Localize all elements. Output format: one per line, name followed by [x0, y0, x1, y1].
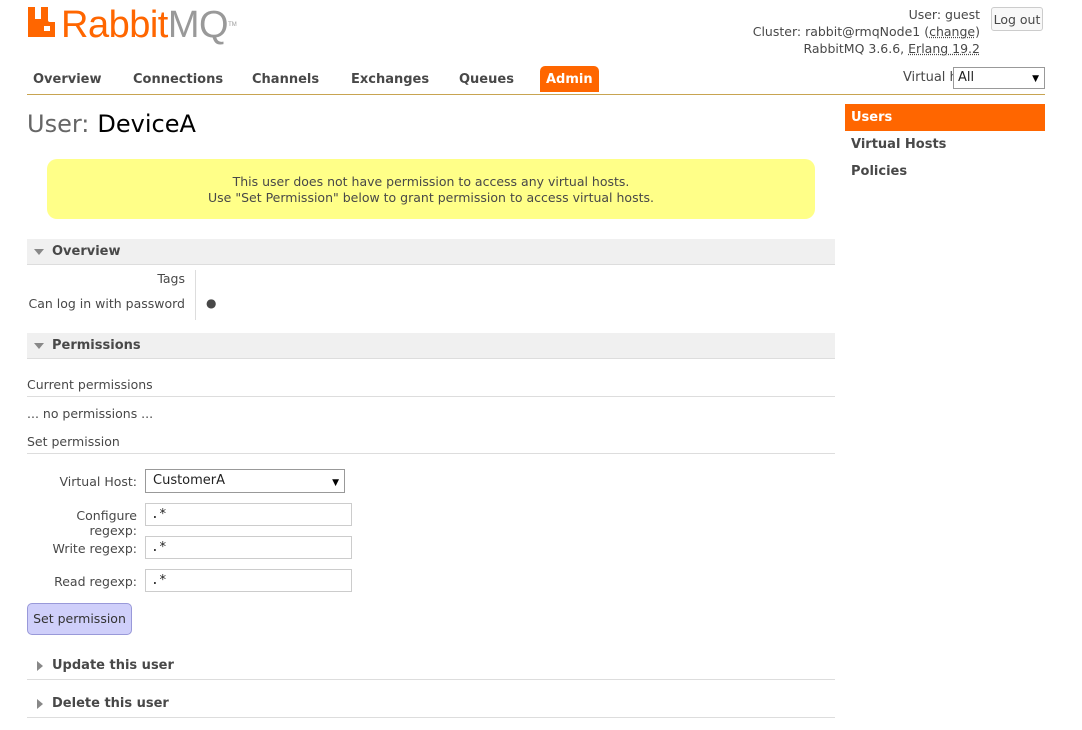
delete-user-heading: Delete this user	[52, 696, 169, 711]
user-name: guest	[945, 7, 980, 22]
overview-heading: Overview	[52, 244, 121, 259]
current-user-line: User: guest	[753, 6, 980, 23]
set-permission-title: Set permission	[27, 434, 835, 454]
page-title-prefix: User:	[27, 110, 90, 138]
password-login-value: ●	[206, 296, 217, 310]
set-permission-button[interactable]: Set permission	[27, 603, 132, 635]
tab-connections[interactable]: Connections	[133, 72, 223, 87]
logout-button[interactable]: Log out	[991, 7, 1043, 31]
collapse-arrow-icon	[34, 249, 44, 255]
tab-overview[interactable]: Overview	[33, 72, 102, 87]
warning-line-2: Use "Set Permission" below to grant perm…	[208, 190, 654, 205]
logo-wordmark: RabbitMQTM	[61, 6, 237, 44]
user-info: User: guest Cluster: rabbit@rmqNode1 (ch…	[753, 6, 980, 57]
warning-line-1: This user does not have permission to ac…	[232, 174, 630, 189]
sidebar-item-users[interactable]: Users	[845, 104, 1045, 131]
update-user-section-header[interactable]: Update this user	[27, 652, 835, 680]
tab-exchanges[interactable]: Exchanges	[351, 72, 429, 87]
cluster-name: rabbit@rmqNode1	[805, 24, 921, 39]
main-nav: Overview Connections Channels Exchanges …	[27, 66, 1045, 95]
logo-tm: TM	[228, 22, 237, 28]
expand-arrow-icon	[37, 699, 43, 709]
overview-divider	[195, 270, 196, 320]
cluster-change-link[interactable]: change	[929, 24, 975, 39]
tab-admin[interactable]: Admin	[540, 66, 599, 92]
virtual-host-select[interactable]: CustomerA ▼	[145, 469, 345, 493]
page-title: User: DeviceA	[27, 110, 196, 138]
delete-user-section-header[interactable]: Delete this user	[27, 690, 835, 718]
current-permissions-title: Current permissions	[27, 377, 835, 397]
admin-sidebar: Users Virtual Hosts Policies	[845, 104, 1045, 185]
dropdown-arrow-icon: ▼	[1032, 74, 1039, 84]
rabbitmq-logo[interactable]: RabbitMQTM	[27, 6, 237, 44]
erlang-version: Erlang 19.2	[908, 41, 980, 56]
configure-regexp-input[interactable]: .*	[145, 503, 352, 526]
logo-mq: MQ	[167, 4, 229, 46]
dropdown-arrow-icon: ▼	[332, 478, 339, 488]
collapse-arrow-icon	[34, 343, 44, 349]
rabbit-logo-icon	[28, 7, 55, 37]
logo-brand: Rabbit	[61, 4, 168, 46]
page-title-username: DeviceA	[97, 110, 196, 138]
vhost-filter-select[interactable]: All ▼	[953, 67, 1045, 89]
version-line: RabbitMQ 3.6.6, Erlang 19.2	[753, 40, 980, 57]
overview-section-header[interactable]: Overview	[27, 239, 835, 265]
sidebar-item-virtual-hosts[interactable]: Virtual Hosts	[845, 131, 1045, 158]
write-regexp-label: Write regexp:	[52, 541, 137, 556]
no-permission-warning: This user does not have permission to ac…	[47, 159, 815, 219]
expand-arrow-icon	[37, 661, 43, 671]
tags-label: Tags	[157, 271, 185, 286]
tab-queues[interactable]: Queues	[459, 72, 514, 87]
no-permissions-text: ... no permissions ...	[27, 406, 154, 421]
virtual-host-value: CustomerA	[153, 473, 226, 488]
update-user-heading: Update this user	[52, 658, 174, 673]
write-regexp-input[interactable]: .*	[145, 536, 352, 559]
rabbitmq-version: RabbitMQ 3.6.6,	[803, 41, 905, 56]
sidebar-item-policies[interactable]: Policies	[845, 158, 1045, 185]
permissions-heading: Permissions	[52, 338, 141, 353]
read-regexp-label: Read regexp:	[54, 574, 137, 589]
cluster-line: Cluster: rabbit@rmqNode1 (change)	[752, 24, 980, 39]
password-login-label: Can log in with password	[28, 296, 185, 311]
virtual-host-label: Virtual Host:	[59, 474, 138, 489]
cluster-label: Cluster:	[752, 24, 802, 39]
permissions-section-header[interactable]: Permissions	[27, 333, 835, 359]
vhost-filter-value: All	[958, 70, 975, 85]
configure-regexp-label: Configure regexp:	[76, 508, 137, 538]
tab-channels[interactable]: Channels	[252, 72, 319, 87]
read-regexp-input[interactable]: .*	[145, 569, 352, 592]
user-label: User:	[908, 7, 942, 22]
